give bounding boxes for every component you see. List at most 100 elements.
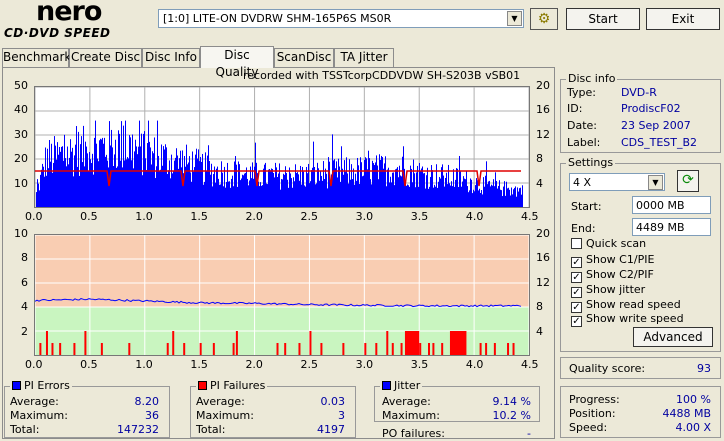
- pi-error-bar: [279, 163, 280, 207]
- pi-error-bar: [134, 151, 135, 207]
- pi-error-bar: [85, 141, 86, 207]
- pi-error-bar: [417, 165, 418, 207]
- y-tick-label: 10: [14, 176, 28, 190]
- tab-create-disc[interactable]: Create Disc: [69, 48, 142, 67]
- pi-error-bar: [409, 186, 410, 207]
- pi-error-bar: [317, 162, 318, 207]
- pi-error-bar: [363, 175, 364, 207]
- pi-error-bar: [233, 186, 234, 207]
- pi-failure-bar: [232, 343, 235, 355]
- pi-error-bar: [330, 183, 331, 207]
- pi-error-bar: [246, 167, 247, 207]
- checkbox-checked[interactable]: ✓: [571, 316, 582, 327]
- exit-button[interactable]: Exit: [646, 8, 720, 30]
- pi-error-bar: [378, 179, 379, 207]
- checkbox-checked[interactable]: ✓: [571, 257, 582, 268]
- pi-error-bar: [519, 188, 520, 207]
- pi-error-bar: [215, 182, 216, 207]
- pi-error-bar: [338, 158, 339, 207]
- pi-error-bar: [65, 158, 66, 207]
- pi-error-bar: [168, 170, 169, 207]
- pi-error-bar: [306, 166, 307, 207]
- tab-disc-info[interactable]: Disc Info: [142, 48, 200, 67]
- checkbox-box[interactable]: [571, 238, 582, 249]
- pi-error-bar: [156, 166, 157, 207]
- pi-error-bar: [127, 157, 128, 207]
- chevron-down-icon[interactable]: ▼: [648, 175, 663, 190]
- pi-error-bar: [106, 154, 107, 207]
- start-button[interactable]: Start: [566, 8, 640, 30]
- po-failures-value: -: [527, 427, 531, 440]
- pi-error-bar: [359, 183, 360, 207]
- pi-error-bar: [357, 157, 358, 207]
- pi-failure-bar: [199, 343, 202, 355]
- chart1-title: recorded with TSSTcorpCDDVDW SH-S203B vS…: [243, 69, 521, 82]
- drive-info-button[interactable]: ⚙: [530, 8, 558, 30]
- pi-failure-bar: [128, 343, 131, 355]
- x-tick-label: 0.5: [80, 358, 98, 371]
- show-jitter-checkbox[interactable]: ✓ Show jitter: [571, 283, 645, 298]
- pi-error-bar: [272, 169, 273, 207]
- show-read-speed-checkbox[interactable]: ✓ Show read speed: [571, 298, 681, 313]
- pi-error-bar: [502, 196, 503, 207]
- checkbox-checked[interactable]: ✓: [571, 287, 582, 298]
- y2-tick-label: 16: [536, 251, 550, 265]
- pi-error-bar: [159, 170, 160, 207]
- pi-error-bar: [276, 167, 277, 207]
- pi-error-bar: [48, 168, 49, 207]
- speed-select[interactable]: 4 X ▼: [569, 173, 665, 191]
- pi-error-bar: [147, 143, 148, 207]
- pi-error-bar: [224, 166, 225, 207]
- chevron-down-icon[interactable]: ▼: [507, 11, 522, 26]
- pi-error-bar: [251, 178, 252, 207]
- pi-error-bar: [489, 180, 490, 207]
- pi-error-bar: [445, 177, 446, 207]
- pi-error-bar: [258, 181, 259, 207]
- x-tick-label: 2.5: [300, 210, 319, 223]
- pi-error-bar: [268, 169, 269, 207]
- pi-error-bar: [200, 157, 201, 207]
- pi-failures-group-title: PI Failures: [196, 380, 268, 392]
- show-c1-pie-checkbox[interactable]: ✓ Show C1/PIE: [571, 253, 654, 268]
- pi-error-bar: [137, 154, 138, 207]
- pi-error-bar: [348, 183, 349, 207]
- tab-ta-jitter[interactable]: TA Jitter: [334, 48, 394, 67]
- x-tick-label: 3.0: [355, 210, 374, 223]
- x-tick-label: 4.0: [465, 210, 484, 223]
- pi-error-bar: [173, 170, 174, 207]
- pi-error-bar: [446, 172, 447, 207]
- pi-error-bar: [259, 186, 260, 207]
- pi-error-bar: [287, 179, 288, 207]
- refresh-button[interactable]: ⟳: [677, 170, 699, 192]
- pi-error-bar: [465, 179, 466, 207]
- show-c2-pif-checkbox[interactable]: ✓ Show C2/PIF: [571, 268, 654, 283]
- pi-error-bar: [513, 189, 514, 207]
- quick-scan-checkbox[interactable]: Quick scan: [571, 237, 646, 250]
- pi-error-bar: [146, 169, 147, 207]
- tab-benchmark[interactable]: Benchmark: [2, 48, 71, 67]
- pi-error-bar: [509, 189, 510, 207]
- tab-disc-quality[interactable]: Disc Quality: [200, 46, 274, 79]
- pi-error-bar: [293, 177, 294, 207]
- pi-errors-chart: [34, 86, 530, 208]
- pi-error-bar: [322, 180, 323, 207]
- pi-error-bar: [437, 187, 438, 207]
- pi-failure-bar: [432, 343, 435, 355]
- tab-scandisc[interactable]: ScanDisc: [274, 48, 334, 67]
- pi-error-bar: [300, 165, 301, 207]
- pi-error-bar: [46, 175, 47, 207]
- pi-error-bar: [84, 166, 85, 207]
- pi-error-bar: [211, 163, 212, 207]
- end-input[interactable]: 4489 MB: [632, 218, 711, 236]
- pi-error-bar: [439, 176, 440, 207]
- advanced-button[interactable]: Advanced: [633, 327, 713, 347]
- pi-error-bar: [346, 157, 347, 207]
- pi-error-bar: [329, 161, 330, 207]
- drive-select[interactable]: [1:0] LITE-ON DVDRW SHM-165P6S MS0R ▼: [158, 9, 524, 28]
- start-input[interactable]: 0000 MB: [632, 196, 711, 214]
- pi-error-bar: [478, 190, 479, 207]
- pi-error-bar: [462, 181, 463, 207]
- pi-error-bar: [198, 149, 199, 207]
- show-write-speed-checkbox[interactable]: ✓ Show write speed: [571, 312, 684, 327]
- checkbox-checked[interactable]: ✓: [571, 272, 582, 283]
